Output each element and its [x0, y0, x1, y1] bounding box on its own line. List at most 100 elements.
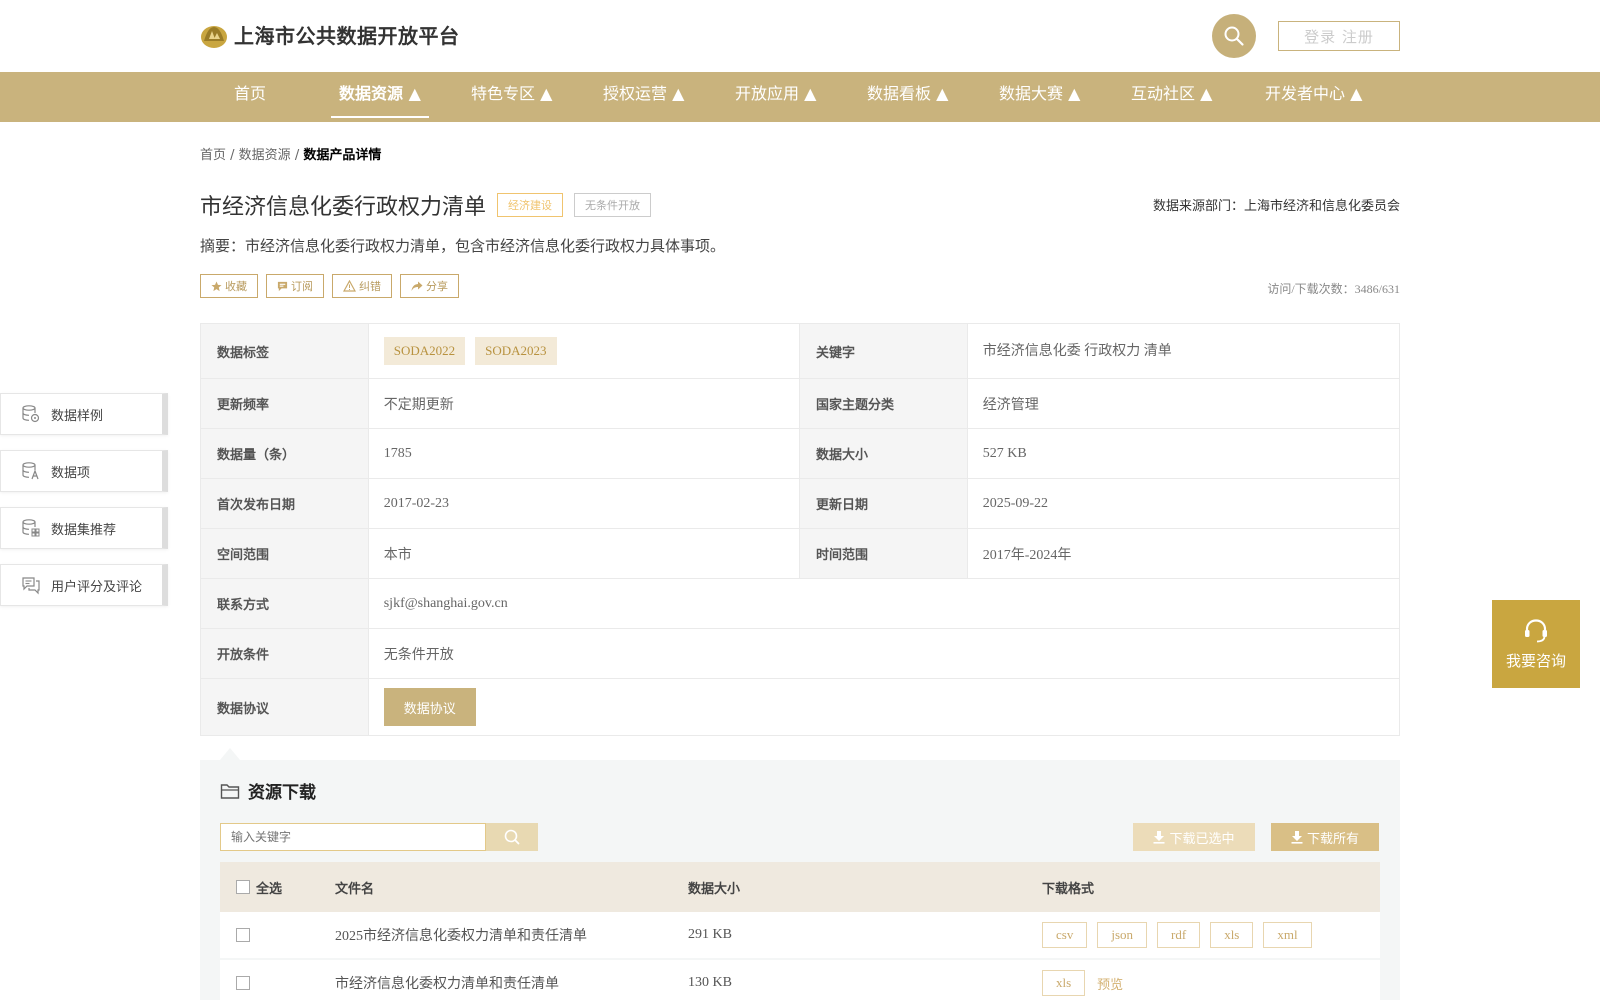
size-header: 数据大小	[688, 881, 741, 897]
first-publish-label: 首次发布日期	[201, 479, 369, 528]
login-register-button[interactable]: 登录 注册	[1278, 21, 1400, 51]
info-row: 空间范围 本市 时间范围 2017年-2024年	[201, 529, 1399, 579]
sidebar-item-dataset-recommend[interactable]: 数据集推荐	[0, 507, 168, 549]
keywords-value: 市经济信息化委 行政权力 清单	[982, 344, 1172, 359]
download-all-button[interactable]: 下载所有	[1271, 823, 1379, 851]
info-row: 数据标签 SODA2022 SODA2023 关键字 市经济信息化委 行政权力 …	[201, 324, 1399, 379]
format-json-button[interactable]: json	[1097, 922, 1148, 948]
headset-icon	[1525, 618, 1547, 642]
resource-download-title: 资源下载	[248, 783, 316, 803]
update-date-value: 2025-09-22	[982, 495, 1049, 511]
logo-icon	[200, 21, 228, 49]
sidebar-item-label: 数据项	[51, 465, 91, 481]
sidebar-item-ratings-comments[interactable]: 用户评分及评论	[0, 564, 168, 606]
sidebar-item-data-sample[interactable]: 数据样例	[0, 393, 168, 435]
row-select-cell	[220, 976, 335, 990]
file-name: 2025市经济信息化委权力清单和责任清单	[335, 929, 587, 944]
site-title: 上海市公共数据开放平台	[234, 24, 460, 48]
spatial-scope-value: 本市	[369, 529, 800, 578]
download-selected-label: 下载已选中	[1169, 831, 1235, 847]
consult-button[interactable]: 我要咨询	[1492, 600, 1580, 688]
subscribe-icon	[277, 281, 288, 291]
row-checkbox[interactable]	[236, 976, 250, 990]
header-search-button[interactable]	[1212, 14, 1256, 58]
share-button[interactable]: 分享	[400, 274, 459, 298]
favorite-button[interactable]: 收藏	[200, 274, 258, 298]
favorite-label: 收藏	[225, 280, 247, 293]
select-all-checkbox[interactable]	[236, 880, 250, 894]
format-list: csv json rdf xls xml	[1042, 922, 1380, 948]
info-row: 首次发布日期 2017-02-23 更新日期 2025-09-22	[201, 479, 1399, 529]
select-all-label: 全选	[256, 881, 283, 897]
site-logo[interactable]: 上海市公共数据开放平台	[200, 20, 460, 49]
resource-download-heading: 资源下载	[220, 778, 316, 803]
first-publish-value: 2017-02-23	[369, 479, 800, 528]
format-csv-button[interactable]: csv	[1042, 922, 1088, 948]
preview-link[interactable]: 预览	[1097, 974, 1123, 993]
data-protocol-button[interactable]: 数据协议	[383, 688, 476, 726]
nav-item-home[interactable]: 首页	[234, 72, 266, 122]
open-condition-label: 开放条件	[201, 629, 369, 678]
format-xml-button[interactable]: xml	[1263, 922, 1312, 948]
sidebar-item-label: 用户评分及评论	[51, 579, 143, 595]
breadcrumb-separator: /	[226, 148, 239, 163]
resource-search-button[interactable]	[486, 823, 538, 851]
breadcrumb-current: 数据产品详情	[303, 148, 382, 163]
time-range-label: 时间范围	[800, 529, 968, 578]
data-tag[interactable]: SODA2022	[383, 337, 466, 365]
site-header: 上海市公共数据开放平台 登录 注册	[0, 0, 1600, 72]
category-tag: 经济建设	[497, 193, 564, 217]
data-tag[interactable]: SODA2023	[475, 337, 557, 365]
database-icon	[22, 405, 40, 423]
file-size: 130 KB	[688, 975, 732, 990]
subscribe-label: 订阅	[291, 280, 313, 293]
comment-icon	[22, 577, 40, 595]
consult-label: 我要咨询	[1505, 651, 1566, 670]
contact-value: sjkf@shanghai.gov.cn	[383, 595, 508, 611]
download-icon	[1291, 830, 1303, 844]
format-header: 下载格式	[1042, 881, 1095, 897]
nav-item-developer-center[interactable]: 开发者中心 ▲	[1265, 72, 1362, 122]
sidebar-item-label: 数据集推荐	[51, 522, 117, 538]
row-checkbox[interactable]	[236, 928, 250, 942]
format-xls-button[interactable]: xls	[1042, 970, 1086, 996]
nav-item-data-contest[interactable]: 数据大赛 ▲	[999, 72, 1080, 122]
keywords-label: 关键字	[800, 324, 968, 378]
data-protocol-label: 数据协议	[201, 679, 369, 735]
breadcrumb-separator: /	[290, 148, 304, 163]
info-row: 开放条件 无条件开放	[201, 629, 1399, 679]
table-row: 2025市经济信息化委权力清单和责任清单 291 KB csv json rdf…	[220, 912, 1380, 960]
page-title: 市经济信息化委行政权力清单	[200, 195, 487, 220]
subscribe-button[interactable]: 订阅	[266, 274, 324, 298]
nav-item-community[interactable]: 互动社区 ▲	[1131, 72, 1212, 122]
breadcrumb-data-resources[interactable]: 数据资源	[239, 148, 291, 163]
folder-icon	[220, 783, 240, 799]
nav-item-data-resources[interactable]: 数据资源 ▲	[331, 72, 429, 122]
spatial-scope-label: 空间范围	[201, 529, 369, 578]
source-department: 数据来源部门：上海市经济和信息化委员会	[1152, 199, 1400, 214]
format-rdf-button[interactable]: rdf	[1157, 922, 1201, 948]
nav-item-data-dashboard[interactable]: 数据看板 ▲	[867, 72, 948, 122]
breadcrumb-home[interactable]: 首页	[200, 148, 226, 163]
open-condition-value: 无条件开放	[383, 647, 454, 663]
download-selected-button[interactable]: 下载已选中	[1133, 823, 1255, 851]
left-sidebar: 数据样例 数据项 数据集推荐 用户评分及评论	[0, 393, 168, 621]
update-frequency-value: 不定期更新	[369, 379, 800, 428]
report-error-label: 纠错	[359, 280, 381, 293]
data-size-value: 527 KB	[982, 445, 1027, 461]
sidebar-item-data-fields[interactable]: 数据项	[0, 450, 168, 492]
contact-label: 联系方式	[201, 579, 369, 628]
update-frequency-label: 更新频率	[201, 379, 369, 428]
nav-item-open-apps[interactable]: 开放应用 ▲	[735, 72, 816, 122]
format-xls-button[interactable]: xls	[1210, 922, 1254, 948]
info-row: 联系方式 sjkf@shanghai.gov.cn	[201, 579, 1399, 629]
nav-item-special-zone[interactable]: 特色专区 ▲	[471, 72, 552, 122]
tags-label: 数据标签	[201, 324, 369, 378]
report-error-button[interactable]: 纠错	[332, 274, 392, 298]
resource-table-header: 全选 文件名 数据大小 下载格式	[220, 862, 1380, 912]
info-row: 更新频率 不定期更新 国家主题分类 经济管理	[201, 379, 1399, 429]
nav-item-authorized-operation[interactable]: 授权运营 ▲	[603, 72, 684, 122]
resource-download-section: 资源下载 下载已选中 下载所有 全选 文件名 数据大小 下载格式 2025市经济…	[200, 760, 1400, 1000]
dataset-title-row: 市经济信息化委行政权力清单 经济建设 无条件开放	[200, 189, 652, 221]
resource-search-input[interactable]	[220, 823, 486, 851]
